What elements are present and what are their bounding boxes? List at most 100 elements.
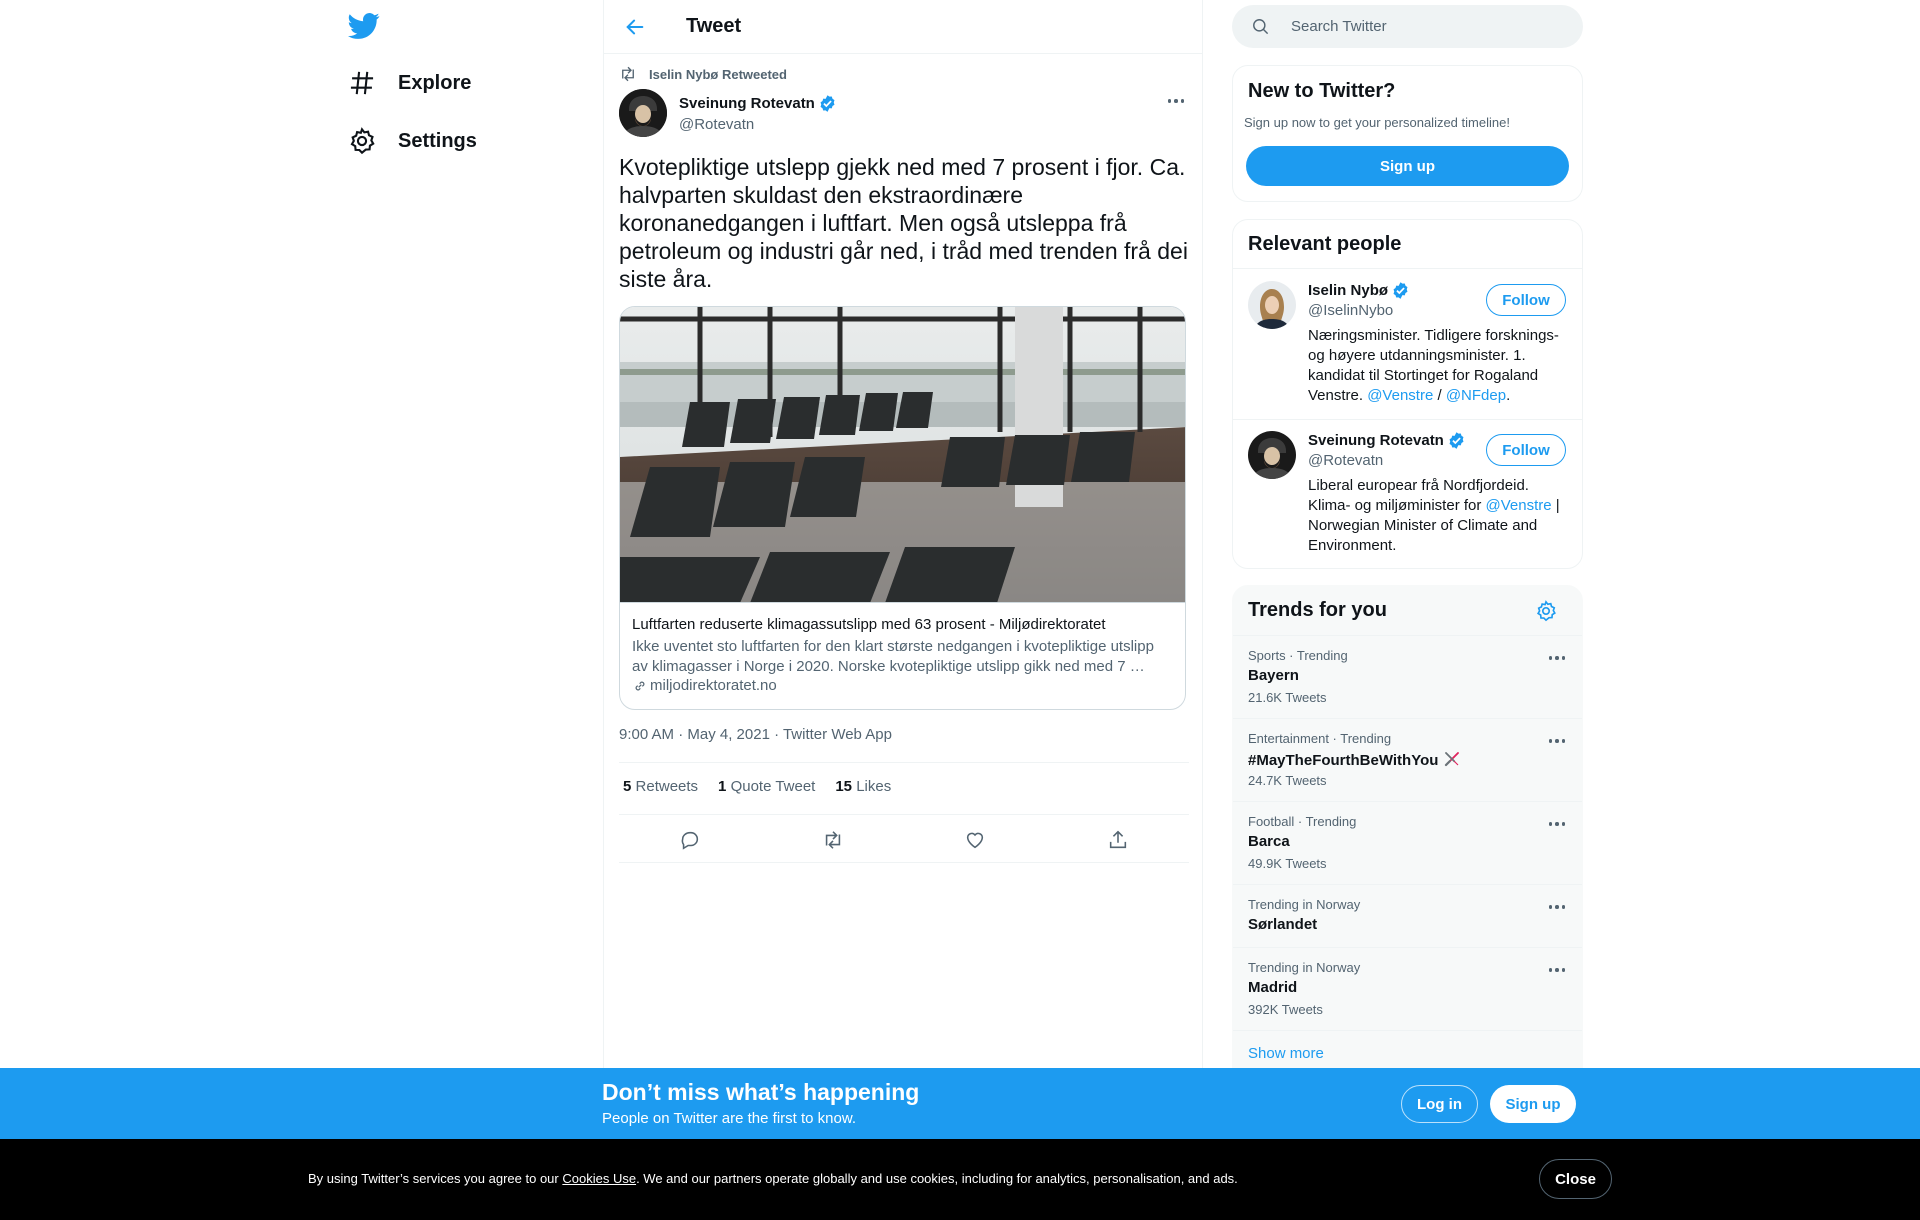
trend-item[interactable]: Trending in Norway Madrid 392K Tweets: [1233, 947, 1582, 1030]
link-card[interactable]: Luftfarten reduserte klimagassutslipp me…: [619, 306, 1186, 710]
card-description: Ikke uventet sto luftfarten for den klar…: [632, 638, 1154, 675]
avatar[interactable]: [619, 89, 667, 137]
gear-icon: [350, 127, 375, 155]
follow-button[interactable]: Follow: [1486, 284, 1566, 316]
avatar[interactable]: [1248, 431, 1296, 479]
new-to-twitter-panel: New to Twitter? Sign up now to get your …: [1232, 65, 1583, 202]
banner-title: Don’t miss what’s happening: [602, 1079, 920, 1105]
verified-badge-icon: [1393, 282, 1408, 299]
banner-subtitle: People on Twitter are the first to know.: [602, 1110, 857, 1127]
person-name[interactable]: Sveinung Rotevatn: [1308, 431, 1466, 450]
card-title: Luftfarten reduserte klimagassutslipp me…: [632, 616, 1106, 633]
main-column: Tweet Iselin Nybø Retweeted Sveinung Rot…: [603, 0, 1203, 1068]
panel-title: Trends for you: [1248, 599, 1387, 621]
panel-subtitle: Sign up now to get your personalized tim…: [1244, 115, 1510, 130]
more-options-icon[interactable]: [1545, 648, 1569, 668]
avatar[interactable]: [1248, 281, 1296, 329]
trend-count: 49.9K Tweets: [1248, 856, 1327, 871]
gear-icon[interactable]: [1535, 600, 1557, 622]
social-context-label: Iselin Nybø Retweeted: [649, 66, 787, 82]
panel-title: New to Twitter?: [1248, 80, 1396, 102]
retweet-icon: [622, 66, 634, 82]
search-icon: [1253, 19, 1269, 35]
search-input[interactable]: [1291, 18, 1561, 35]
tweet-stats: 5 Retweets 1 Quote Tweet 15 Likes: [623, 778, 911, 795]
person-handle[interactable]: @IselinNybo: [1308, 302, 1393, 319]
retweets-stat[interactable]: 5 Retweets: [623, 778, 698, 795]
person-name[interactable]: Iselin Nybø: [1308, 281, 1410, 300]
link-icon: [635, 681, 645, 690]
trend-name: #MayTheFourthBeWithYou: [1248, 750, 1461, 769]
show-more-link[interactable]: Show more: [1248, 1045, 1324, 1062]
panel-title: Relevant people: [1248, 233, 1402, 255]
verified-badge-icon: [820, 94, 835, 112]
person-handle[interactable]: @Rotevatn: [1308, 452, 1383, 469]
more-options-icon[interactable]: [1545, 897, 1569, 917]
likes-stat[interactable]: 15 Likes: [835, 778, 891, 795]
trend-count: 392K Tweets: [1248, 1002, 1323, 1017]
follow-button[interactable]: Follow: [1486, 434, 1566, 466]
card-image: [620, 307, 1185, 603]
log-in-button[interactable]: Log in: [1401, 1085, 1478, 1123]
trend-name: Bayern: [1248, 667, 1299, 684]
divider: [619, 862, 1189, 863]
person-bio: Næringsminister. Tidligere forsknings- o…: [1308, 327, 1559, 404]
arrow-left-icon: [626, 19, 644, 34]
search-box[interactable]: [1232, 5, 1583, 48]
nav-explore[interactable]: Explore: [348, 61, 471, 105]
trend-item[interactable]: Sports · Trending Bayern 21.6K Tweets: [1233, 635, 1582, 718]
trend-name: Barca: [1248, 833, 1290, 850]
like-icon[interactable]: [964, 829, 986, 851]
back-button[interactable]: [618, 10, 652, 44]
mention-link[interactable]: @NFdep: [1446, 387, 1506, 404]
trend-context: Trending in Norway: [1248, 897, 1361, 912]
signup-banner: Don’t miss what’s happening People on Tw…: [0, 1068, 1920, 1139]
retweet-icon[interactable]: [822, 829, 844, 851]
trend-context: Trending in Norway: [1248, 960, 1361, 975]
trend-name: Madrid: [1248, 979, 1298, 996]
trend-item[interactable]: Football · Trending Barca 49.9K Tweets: [1233, 801, 1582, 884]
mention-link[interactable]: @Venstre: [1367, 387, 1433, 404]
social-context[interactable]: Iselin Nybø Retweeted: [619, 65, 787, 83]
cookie-banner: By using Twitter’s services you agree to…: [0, 1139, 1920, 1220]
more-options-icon[interactable]: [1545, 814, 1569, 834]
share-icon[interactable]: [1107, 829, 1129, 851]
close-button[interactable]: Close: [1539, 1159, 1612, 1199]
more-options-icon[interactable]: [1164, 91, 1188, 111]
trends-panel: Trends for you Sports · Trending Bayern …: [1232, 585, 1583, 1075]
author-handle[interactable]: @Rotevatn: [679, 116, 837, 133]
trend-context: Football · Trending: [1248, 814, 1357, 829]
twitter-bird-icon[interactable]: [348, 10, 380, 42]
nav-settings-label: Settings: [398, 129, 477, 152]
more-options-icon[interactable]: [1545, 960, 1569, 980]
tweet-actions: [619, 824, 1189, 856]
sign-up-button[interactable]: Sign up: [1246, 146, 1569, 186]
card-domain: miljodirektoratet.no: [632, 677, 1173, 694]
sign-up-button[interactable]: Sign up: [1490, 1085, 1576, 1123]
cookies-use-link[interactable]: Cookies Use: [562, 1171, 636, 1186]
nav-explore-label: Explore: [398, 71, 472, 94]
trend-item[interactable]: Entertainment · Trending #MayTheFourthBe…: [1233, 718, 1582, 801]
verified-badge-icon: [1449, 432, 1464, 449]
hashtag-icon: [350, 71, 374, 95]
tweet-header: Tweet: [604, 0, 1202, 54]
nav-settings[interactable]: Settings: [348, 119, 477, 163]
page-title: Tweet: [686, 15, 742, 37]
trend-item[interactable]: Trending in Norway Sørlandet: [1233, 884, 1582, 947]
relevant-people-panel: Relevant people Iselin Nybø @IselinNybo …: [1232, 219, 1583, 569]
trend-count: 24.7K Tweets: [1248, 773, 1327, 788]
tweet-text: Kvotepliktige utslepp gjekk ned med 7 pr…: [619, 154, 1188, 292]
quotes-stat[interactable]: 1 Quote Tweet: [718, 778, 815, 795]
divider: [619, 814, 1189, 815]
cookie-text: By using Twitter’s services you agree to…: [308, 1171, 1238, 1186]
tweet-author[interactable]: Sveinung Rotevatn @Rotevatn: [619, 89, 837, 137]
trend-context: Entertainment · Trending: [1248, 731, 1392, 746]
tweet-timestamp[interactable]: 9:00 AM · May 4, 2021 · Twitter Web App: [619, 726, 892, 743]
author-name[interactable]: Sveinung Rotevatn: [679, 94, 837, 113]
person-bio: Liberal europear frå Nordfjordeid. Klima…: [1308, 477, 1560, 554]
person-card[interactable]: Iselin Nybø @IselinNybo Follow Næringsmi…: [1233, 269, 1582, 419]
mention-link[interactable]: @Venstre: [1486, 497, 1552, 514]
person-card[interactable]: Sveinung Rotevatn @Rotevatn Follow Liber…: [1233, 420, 1582, 568]
more-options-icon[interactable]: [1545, 731, 1569, 751]
reply-icon[interactable]: [679, 829, 701, 851]
